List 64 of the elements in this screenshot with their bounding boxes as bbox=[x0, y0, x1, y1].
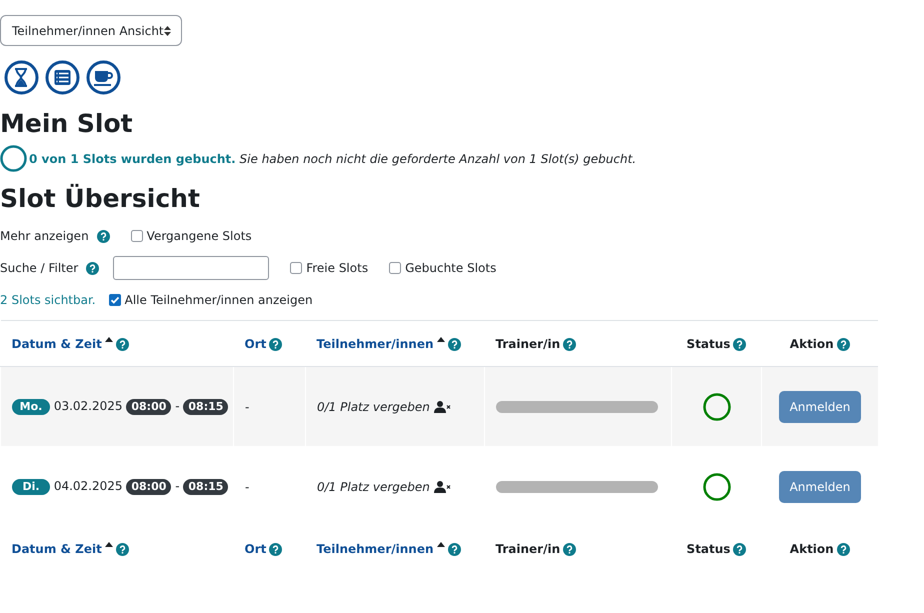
column-sort-link[interactable]: Datum & Zeit bbox=[12, 336, 102, 350]
weekday-badge: Di. bbox=[12, 478, 50, 494]
time-separator: - bbox=[175, 478, 180, 492]
help-icon[interactable] bbox=[836, 338, 850, 350]
location-text: - bbox=[245, 480, 250, 494]
option-label: Mehr anzeigen bbox=[0, 229, 89, 243]
checkbox-label: Freie Slots bbox=[306, 261, 368, 275]
help-icon[interactable] bbox=[96, 230, 110, 242]
column-header: Aktion bbox=[790, 336, 834, 350]
help-icon[interactable] bbox=[269, 338, 282, 350]
column-sort-link[interactable]: Datum & Zeit bbox=[12, 542, 102, 556]
section-heading: Mein Slot bbox=[0, 109, 134, 139]
user-remove-icon bbox=[434, 401, 451, 414]
column-header: Status bbox=[686, 542, 730, 556]
help-icon[interactable] bbox=[448, 543, 461, 556]
checkbox-label: Gebuchte Slots bbox=[405, 261, 496, 275]
time-badge: 08:00 bbox=[126, 478, 172, 494]
column-header: Trainer/in bbox=[496, 542, 560, 556]
view-select[interactable]: Teilnehmer/innen Ansicht bbox=[0, 15, 182, 46]
participants-text: 0/1 Platz vergeben bbox=[317, 480, 430, 494]
help-icon[interactable] bbox=[448, 338, 461, 350]
help-icon[interactable] bbox=[733, 338, 746, 350]
checkbox-label: Alle Teilnehmer/innen anzeigen bbox=[124, 293, 313, 307]
option-label: Suche / Filter bbox=[0, 261, 78, 275]
help-icon[interactable] bbox=[733, 543, 746, 556]
register-button[interactable]: Anmelden bbox=[779, 390, 861, 422]
time-badge: 08:15 bbox=[183, 478, 228, 494]
cup-icon[interactable] bbox=[86, 60, 121, 95]
register-button[interactable]: Anmelden bbox=[779, 470, 861, 502]
column-sort-link[interactable]: Ort bbox=[244, 542, 266, 556]
help-icon[interactable] bbox=[86, 262, 100, 274]
column-header: Trainer/in bbox=[496, 336, 560, 350]
help-icon[interactable] bbox=[836, 543, 850, 556]
checkbox[interactable] bbox=[130, 230, 143, 242]
checkbox[interactable] bbox=[290, 262, 302, 274]
column-sort-link[interactable]: Ort bbox=[244, 336, 266, 350]
weekday-badge: Mo. bbox=[12, 398, 50, 414]
search-field[interactable] bbox=[113, 256, 270, 280]
checkbox[interactable] bbox=[389, 262, 402, 274]
visible-count: 2 Slots sichtbar. bbox=[0, 293, 96, 307]
checkbox[interactable] bbox=[108, 294, 121, 306]
participants-text: 0/1 Platz vergeben bbox=[317, 400, 430, 414]
slot-date: 03.02.2025 bbox=[54, 398, 123, 412]
help-icon[interactable] bbox=[116, 338, 129, 350]
help-icon[interactable] bbox=[563, 338, 576, 350]
column-sort-link[interactable]: Teilnehmer/innen bbox=[316, 336, 434, 350]
help-icon[interactable] bbox=[116, 543, 129, 556]
time-badge: 08:15 bbox=[183, 398, 228, 414]
time-badge: 08:00 bbox=[126, 398, 172, 414]
location-text: - bbox=[245, 400, 250, 414]
slot-date: 04.02.2025 bbox=[54, 478, 123, 492]
section-heading: Slot Übersicht bbox=[0, 184, 201, 214]
list-icon[interactable] bbox=[45, 60, 80, 95]
checkbox-label: Vergangene Slots bbox=[146, 229, 252, 243]
column-header: Aktion bbox=[790, 542, 834, 556]
caret-icon bbox=[164, 26, 171, 36]
hourglass-icon[interactable] bbox=[4, 60, 39, 95]
time-separator: - bbox=[175, 398, 180, 412]
help-icon[interactable] bbox=[563, 543, 576, 556]
column-sort-link[interactable]: Teilnehmer/innen bbox=[316, 542, 434, 556]
user-remove-icon bbox=[434, 481, 451, 494]
help-icon[interactable] bbox=[269, 543, 282, 556]
column-header: Status bbox=[686, 336, 730, 350]
booking-message: 0 von 1 Slots wurden gebucht. Sie haben noch nicht die geforderte Anzahl von 1 Slot(s) gebucht. bbox=[29, 152, 636, 166]
